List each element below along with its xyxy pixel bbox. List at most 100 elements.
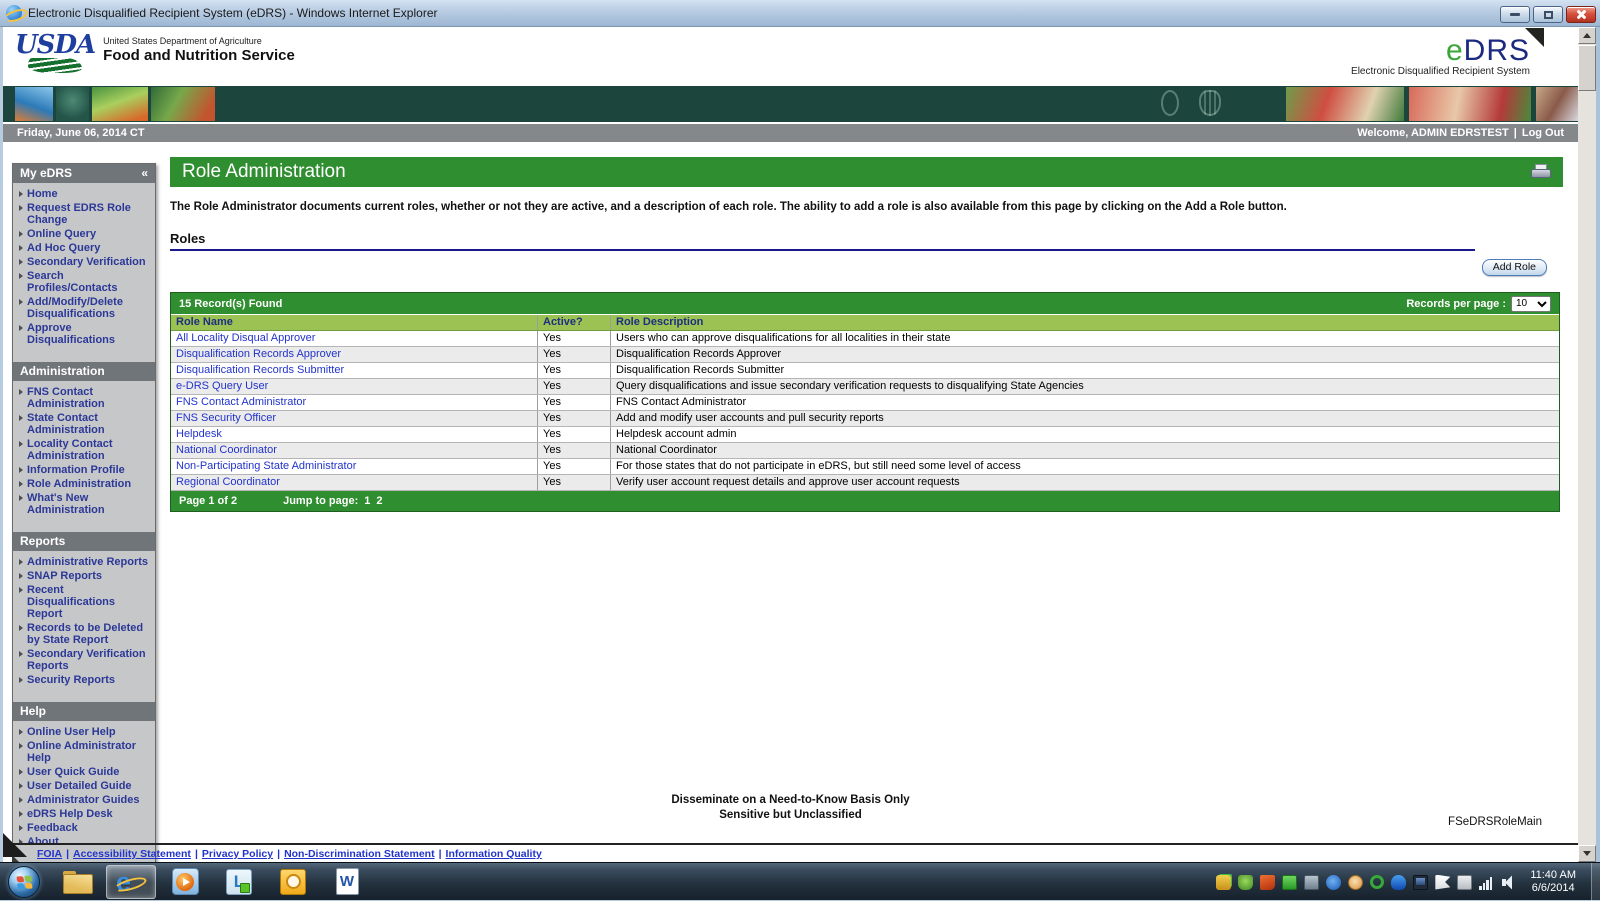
antivirus-shield-icon[interactable] [1238,875,1253,890]
taskbar-media-player-button[interactable] [160,865,210,899]
role-name-link[interactable]: Helpdesk [176,428,222,440]
sidebar-item-approve-disqualifications[interactable]: Approve Disqualifications [18,322,152,346]
add-role-button[interactable]: Add Role [1482,259,1547,276]
role-name-link[interactable]: Disqualification Records Submitter [176,364,344,376]
sidebar-link[interactable]: Locality Contact Administration [27,438,152,462]
logout-link[interactable]: Log Out [1522,127,1564,139]
language-flag-icon[interactable] [1435,875,1450,890]
print-icon[interactable] [1531,164,1551,180]
sidebar-item-ad-hoc-query[interactable]: Ad Hoc Query [18,242,152,254]
sidebar-link[interactable]: Request EDRS Role Change [27,202,152,226]
footer-link-foia[interactable]: FOIA [37,848,62,860]
sidebar-item-secondary-verification[interactable]: Secondary Verification [18,256,152,268]
sidebar-item-state-contact-admin[interactable]: State Contact Administration [18,412,152,436]
sidebar-item-whats-new-admin[interactable]: What's New Administration [18,492,152,516]
role-name-link[interactable]: Regional Coordinator [176,476,280,488]
sidebar-link[interactable]: Feedback [27,822,78,834]
sidebar-item-recent-disqualifications-report[interactable]: Recent Disqualifications Report [18,584,152,620]
sidebar-link[interactable]: Online Administrator Help [27,740,152,764]
page-link-2[interactable]: 2 [376,495,382,507]
sidebar-item-user-detailed-guide[interactable]: User Detailed Guide [18,780,152,792]
network-computers-icon[interactable] [1304,875,1319,890]
page-link-1[interactable]: 1 [364,495,370,507]
taskbar-clock[interactable]: 11:40 AM 6/6/2014 [1530,869,1590,895]
sidebar-link[interactable]: Online User Help [27,726,116,738]
role-name-link[interactable]: Disqualification Records Approver [176,348,341,360]
volume-icon[interactable] [1502,875,1517,890]
sidebar-item-add-modify-delete[interactable]: Add/Modify/Delete Disqualifications [18,296,152,320]
minimize-button[interactable] [1500,6,1530,23]
sidebar-link[interactable]: Role Administration [27,478,131,490]
role-name-link[interactable]: e-DRS Query User [176,380,268,392]
sidebar-item-secondary-verification-reports[interactable]: Secondary Verification Reports [18,648,152,672]
sidebar-link[interactable]: FNS Contact Administration [27,386,152,410]
sidebar-item-online-admin-help[interactable]: Online Administrator Help [18,740,152,764]
taskbar-internet-explorer-button[interactable]: e [106,865,156,899]
role-name-link[interactable]: FNS Security Officer [176,412,276,424]
sidebar-item-role-administration[interactable]: Role Administration [18,478,152,490]
teamviewer-icon[interactable] [1326,875,1341,890]
anti-spyware-icon[interactable] [1282,875,1297,890]
sidebar-link[interactable]: About [27,836,59,848]
sync-arrows-icon[interactable] [1370,875,1384,889]
sidebar-link[interactable]: Approve Disqualifications [27,322,152,346]
close-button[interactable] [1566,6,1596,23]
sidebar-item-online-user-help[interactable]: Online User Help [18,726,152,738]
sync-clock-icon[interactable] [1348,875,1363,890]
role-name-link[interactable]: Non-Participating State Administrator [176,460,356,472]
sidebar-item-about[interactable]: About [18,836,152,848]
taskbar-outlook-button[interactable] [268,865,318,899]
vertical-scrollbar[interactable] [1578,27,1596,862]
sidebar-item-request-role-change[interactable]: Request EDRS Role Change [18,202,152,226]
scroll-down-button[interactable] [1578,845,1596,862]
sidebar-link[interactable]: Recent Disqualifications Report [27,584,152,620]
collapse-sidebar-icon[interactable]: « [141,166,148,180]
sidebar-link[interactable]: Ad Hoc Query [27,242,100,254]
footer-link-information-quality[interactable]: Information Quality [446,848,542,860]
taskbar-windows-explorer-button[interactable] [52,865,102,899]
sidebar-item-online-query[interactable]: Online Query [18,228,152,240]
sidebar-link[interactable]: Home [27,188,58,200]
sidebar-link[interactable]: Administrative Reports [27,556,148,568]
role-name-link[interactable]: All Locality Disqual Approver [176,332,315,344]
sidebar-link[interactable]: What's New Administration [27,492,152,516]
clipboard-icon[interactable] [1457,875,1472,890]
show-desktop-button[interactable] [1591,863,1600,901]
sidebar-link[interactable]: Online Query [27,228,96,240]
sidebar-item-user-quick-guide[interactable]: User Quick Guide [18,766,152,778]
footer-link-nondiscrimination[interactable]: Non-Discrimination Statement [284,848,435,860]
records-per-page-select[interactable]: 10 [1511,296,1551,312]
sidebar-item-administrative-reports[interactable]: Administrative Reports [18,556,152,568]
maximize-button[interactable] [1533,6,1563,23]
taskbar-word-button[interactable]: W [322,865,372,899]
scrollbar-thumb[interactable] [1578,45,1596,91]
footer-link-accessibility[interactable]: Accessibility Statement [73,848,191,860]
bluetooth-icon[interactable] [1391,875,1406,890]
sidebar-link[interactable]: User Quick Guide [27,766,119,778]
java-icon[interactable] [1260,875,1275,890]
sidebar-link[interactable]: State Contact Administration [27,412,152,436]
signal-strength-icon[interactable] [1479,875,1495,890]
sidebar-item-security-reports[interactable]: Security Reports [18,674,152,686]
network-lock-icon[interactable] [1216,875,1231,890]
taskbar-lync-button[interactable]: L [214,865,264,899]
sidebar-link[interactable]: Secondary Verification [27,256,146,268]
sidebar-item-locality-contact-admin[interactable]: Locality Contact Administration [18,438,152,462]
sidebar-item-feedback[interactable]: Feedback [18,822,152,834]
sidebar-item-search-profiles[interactable]: Search Profiles/Contacts [18,270,152,294]
sidebar-link[interactable]: Search Profiles/Contacts [27,270,152,294]
display-settings-icon[interactable] [1413,875,1428,890]
sidebar-link[interactable]: Records to be Deleted by State Report [27,622,152,646]
sidebar-item-records-to-be-deleted[interactable]: Records to be Deleted by State Report [18,622,152,646]
sidebar-link[interactable]: Security Reports [27,674,115,686]
sidebar-item-snap-reports[interactable]: SNAP Reports [18,570,152,582]
start-button[interactable] [8,866,40,898]
role-name-link[interactable]: FNS Contact Administrator [176,396,306,408]
sidebar-link[interactable]: User Detailed Guide [27,780,132,792]
role-name-link[interactable]: National Coordinator [176,444,277,456]
sidebar-link[interactable]: Secondary Verification Reports [27,648,152,672]
scroll-up-button[interactable] [1578,27,1596,44]
sidebar-link[interactable]: Information Profile [27,464,125,476]
footer-link-privacy[interactable]: Privacy Policy [202,848,273,860]
sidebar-item-home[interactable]: Home [18,188,152,200]
